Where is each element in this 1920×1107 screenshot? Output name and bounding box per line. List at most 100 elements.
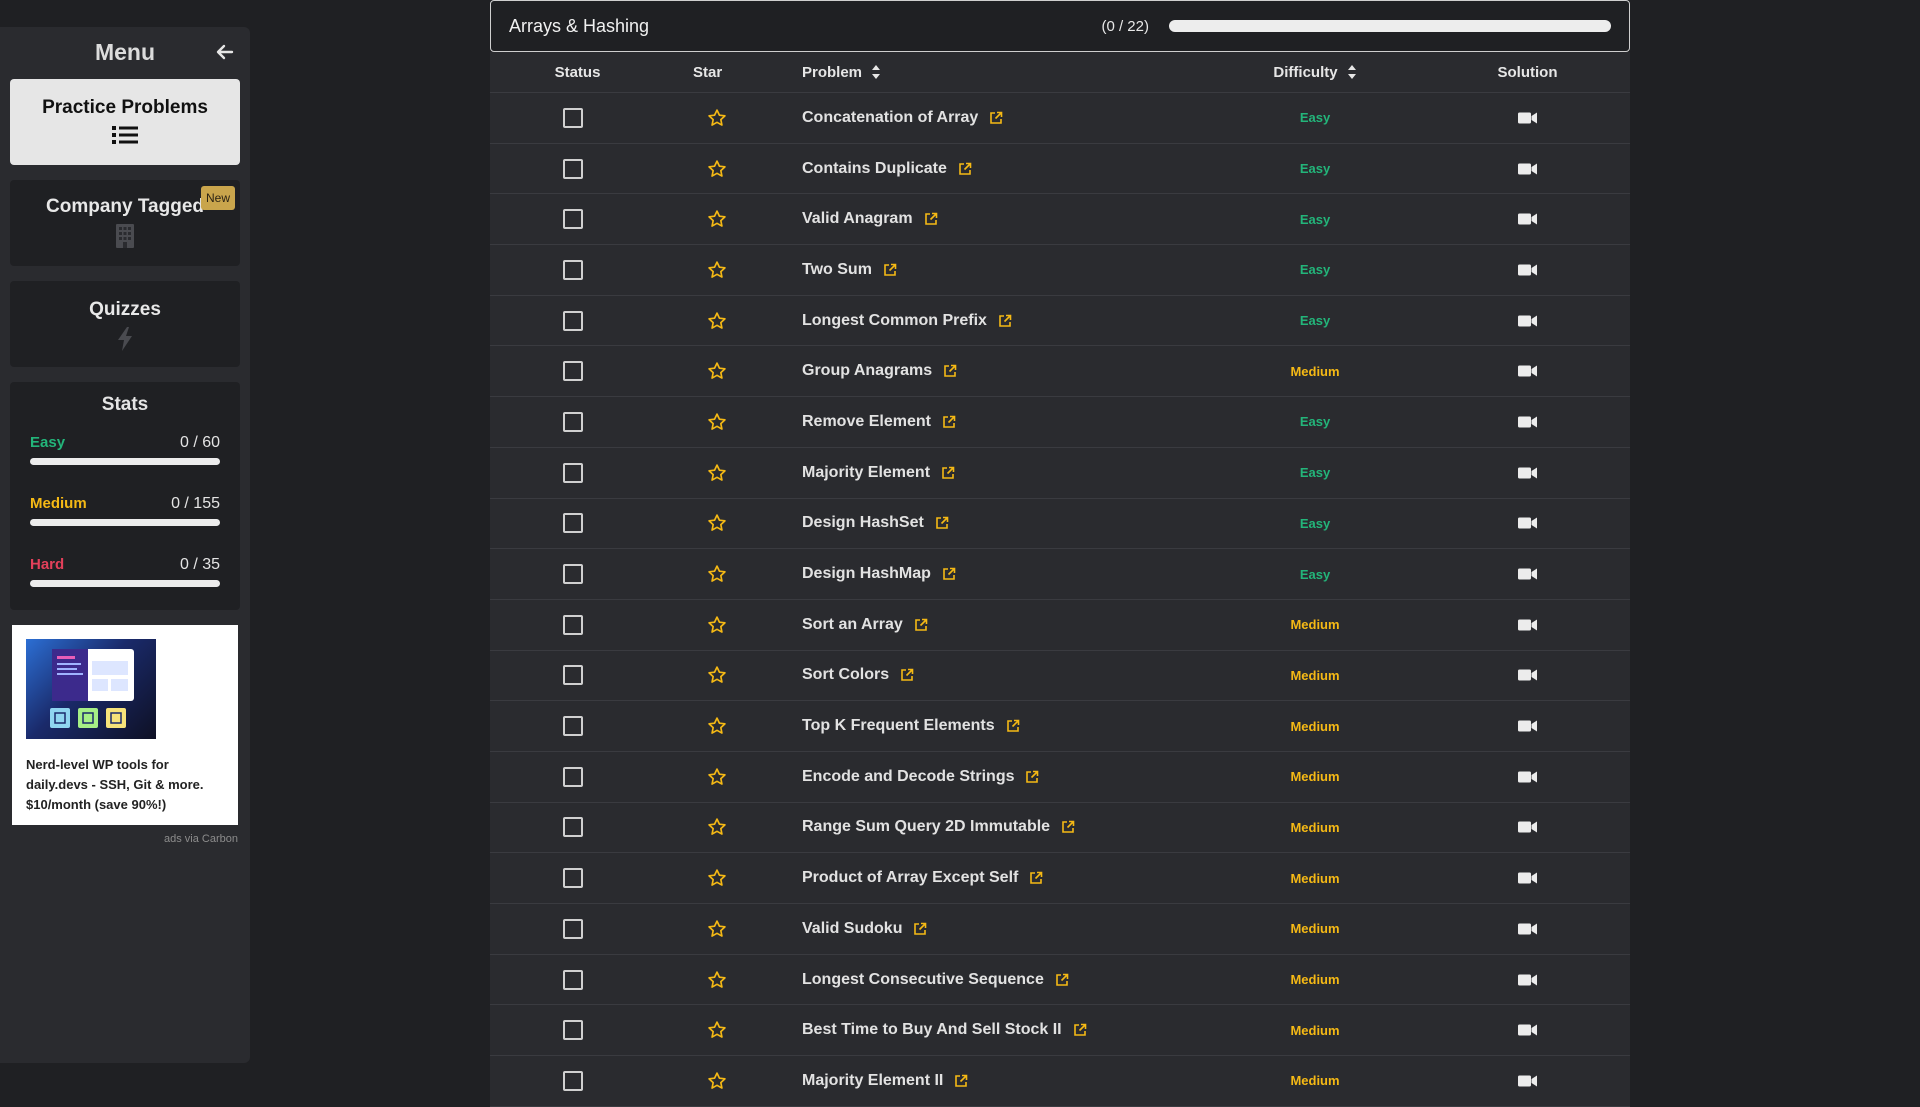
external-link-icon[interactable] xyxy=(941,466,955,480)
ad-credit[interactable]: ads via Carbon xyxy=(0,833,238,845)
external-link-icon[interactable] xyxy=(942,567,956,581)
external-link-icon[interactable] xyxy=(1006,719,1020,733)
problem-link[interactable]: Longest Consecutive Sequence xyxy=(802,971,1044,989)
video-camera-icon[interactable] xyxy=(1517,466,1538,480)
external-link-icon[interactable] xyxy=(958,162,972,176)
status-checkbox[interactable] xyxy=(562,361,583,382)
external-link-icon[interactable] xyxy=(989,111,1003,125)
external-link-icon[interactable] xyxy=(942,415,956,429)
status-checkbox[interactable] xyxy=(562,411,583,432)
carbon-ad[interactable]: Nerd-level WP tools for daily.devs - SSH… xyxy=(12,625,238,825)
problem-link[interactable]: Majority Element II xyxy=(802,1072,943,1090)
problem-link[interactable]: Range Sum Query 2D Immutable xyxy=(802,818,1050,836)
problem-link[interactable]: Remove Element xyxy=(802,413,931,431)
status-checkbox[interactable] xyxy=(562,259,583,280)
star-icon[interactable] xyxy=(707,767,727,787)
video-camera-icon[interactable] xyxy=(1517,618,1538,632)
star-icon[interactable] xyxy=(707,159,727,179)
star-icon[interactable] xyxy=(707,1020,727,1040)
status-checkbox[interactable] xyxy=(562,969,583,990)
video-camera-icon[interactable] xyxy=(1517,973,1538,987)
problem-link[interactable]: Sort Colors xyxy=(802,666,889,684)
problem-link[interactable]: Top K Frequent Elements xyxy=(802,717,995,735)
status-checkbox[interactable] xyxy=(562,1020,583,1041)
status-checkbox[interactable] xyxy=(562,918,583,939)
status-checkbox[interactable] xyxy=(562,868,583,889)
video-camera-icon[interactable] xyxy=(1517,212,1538,226)
external-link-icon[interactable] xyxy=(900,668,914,682)
external-link-icon[interactable] xyxy=(924,212,938,226)
star-icon[interactable] xyxy=(707,919,727,939)
external-link-icon[interactable] xyxy=(914,618,928,632)
video-camera-icon[interactable] xyxy=(1517,668,1538,682)
collapse-menu-button[interactable] xyxy=(214,41,236,63)
video-camera-icon[interactable] xyxy=(1517,314,1538,328)
external-link-icon[interactable] xyxy=(998,314,1012,328)
star-icon[interactable] xyxy=(707,970,727,990)
video-camera-icon[interactable] xyxy=(1517,770,1538,784)
star-icon[interactable] xyxy=(707,513,727,533)
header-problem[interactable]: Problem xyxy=(785,64,1205,81)
problem-link[interactable]: Best Time to Buy And Sell Stock II xyxy=(802,1021,1062,1039)
sort-icon[interactable] xyxy=(1347,64,1357,80)
nav-quizzes[interactable]: Quizzes xyxy=(10,281,240,367)
status-checkbox[interactable] xyxy=(562,310,583,331)
problem-link[interactable]: Majority Element xyxy=(802,464,930,482)
status-checkbox[interactable] xyxy=(562,766,583,787)
problem-link[interactable]: Longest Common Prefix xyxy=(802,312,987,330)
problem-link[interactable]: Product of Array Except Self xyxy=(802,869,1018,887)
status-checkbox[interactable] xyxy=(562,462,583,483)
problem-link[interactable]: Valid Anagram xyxy=(802,210,913,228)
status-checkbox[interactable] xyxy=(562,158,583,179)
star-icon[interactable] xyxy=(707,209,727,229)
star-icon[interactable] xyxy=(707,311,727,331)
external-link-icon[interactable] xyxy=(883,263,897,277)
star-icon[interactable] xyxy=(707,716,727,736)
problem-link[interactable]: Design HashSet xyxy=(802,514,924,532)
video-camera-icon[interactable] xyxy=(1517,567,1538,581)
star-icon[interactable] xyxy=(707,665,727,685)
star-icon[interactable] xyxy=(707,412,727,432)
star-icon[interactable] xyxy=(707,463,727,483)
ad-text[interactable]: Nerd-level WP tools for daily.devs - SSH… xyxy=(26,755,224,815)
status-checkbox[interactable] xyxy=(562,716,583,737)
video-camera-icon[interactable] xyxy=(1517,871,1538,885)
star-icon[interactable] xyxy=(707,260,727,280)
star-icon[interactable] xyxy=(707,868,727,888)
video-camera-icon[interactable] xyxy=(1517,415,1538,429)
video-camera-icon[interactable] xyxy=(1517,162,1538,176)
status-checkbox[interactable] xyxy=(562,614,583,635)
section-header[interactable]: Arrays & Hashing (0 / 22) xyxy=(490,0,1630,52)
problem-link[interactable]: Encode and Decode Strings xyxy=(802,768,1014,786)
video-camera-icon[interactable] xyxy=(1517,820,1538,834)
ad-image[interactable] xyxy=(26,639,156,739)
header-difficulty[interactable]: Difficulty xyxy=(1205,64,1425,81)
video-camera-icon[interactable] xyxy=(1517,516,1538,530)
status-checkbox[interactable] xyxy=(562,564,583,585)
nav-company-tagged[interactable]: Company Tagged New xyxy=(10,180,240,266)
star-icon[interactable] xyxy=(707,615,727,635)
video-camera-icon[interactable] xyxy=(1517,1023,1538,1037)
problem-link[interactable]: Group Anagrams xyxy=(802,362,932,380)
external-link-icon[interactable] xyxy=(1025,770,1039,784)
external-link-icon[interactable] xyxy=(913,922,927,936)
star-icon[interactable] xyxy=(707,1071,727,1091)
sort-icon[interactable] xyxy=(871,64,881,80)
video-camera-icon[interactable] xyxy=(1517,111,1538,125)
video-camera-icon[interactable] xyxy=(1517,922,1538,936)
video-camera-icon[interactable] xyxy=(1517,263,1538,277)
external-link-icon[interactable] xyxy=(1061,820,1075,834)
star-icon[interactable] xyxy=(707,361,727,381)
star-icon[interactable] xyxy=(707,817,727,837)
status-checkbox[interactable] xyxy=(562,1070,583,1091)
external-link-icon[interactable] xyxy=(954,1074,968,1088)
problem-link[interactable]: Valid Sudoku xyxy=(802,920,902,938)
external-link-icon[interactable] xyxy=(1073,1023,1087,1037)
external-link-icon[interactable] xyxy=(935,516,949,530)
star-icon[interactable] xyxy=(707,108,727,128)
video-camera-icon[interactable] xyxy=(1517,364,1538,378)
problem-link[interactable]: Contains Duplicate xyxy=(802,160,947,178)
status-checkbox[interactable] xyxy=(562,209,583,230)
external-link-icon[interactable] xyxy=(1055,973,1069,987)
status-checkbox[interactable] xyxy=(562,817,583,838)
